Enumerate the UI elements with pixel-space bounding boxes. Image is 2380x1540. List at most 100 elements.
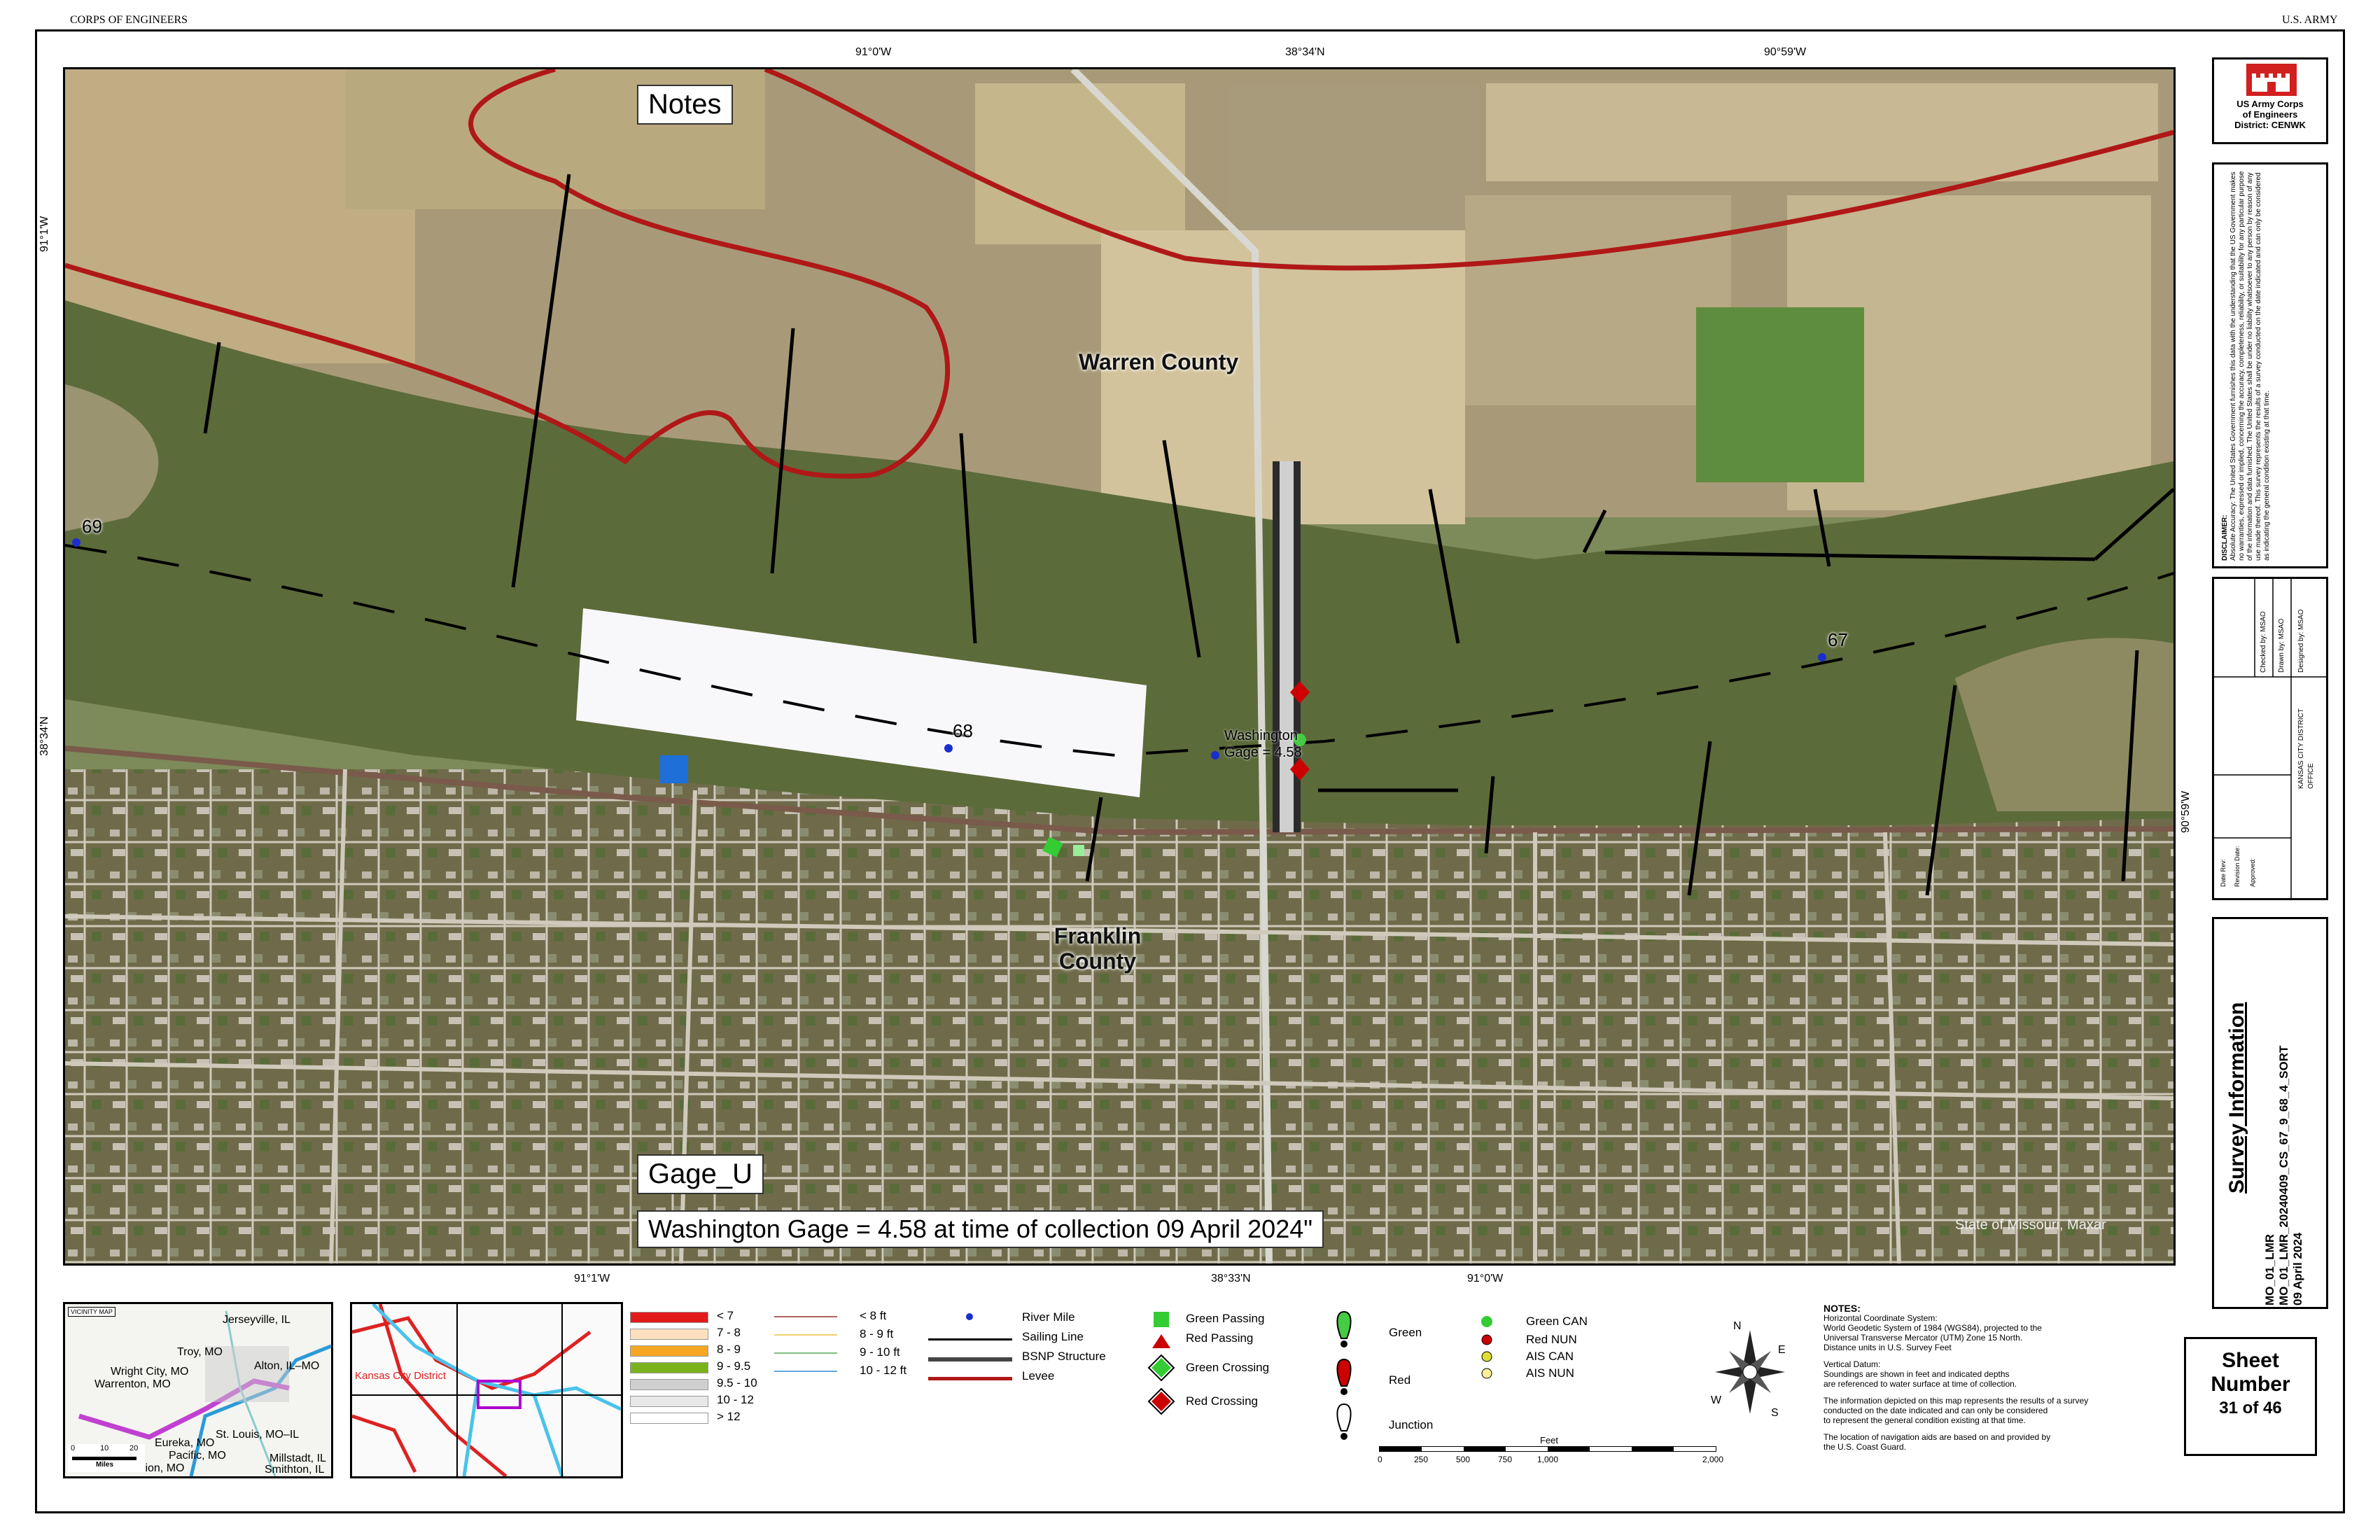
- line-legend-label: Levee: [1022, 1369, 1055, 1382]
- coord-left-2: 38°34'N: [38, 716, 50, 756]
- buoy-green: Green: [1389, 1326, 1422, 1339]
- drawn-label: Drawn by:: [2278, 640, 2286, 673]
- scale-20: 20: [130, 1444, 139, 1452]
- buoy-symbols: [1336, 1310, 1352, 1440]
- vicinity-map: VICINITY MAP Jerseyville, IL Troy, MO Wr…: [63, 1302, 333, 1478]
- survey-id-2: MO_01_LMR_20240409_CS_67_9_68_4_SORT: [2277, 1045, 2290, 1306]
- notes-line: [1823, 1352, 2174, 1359]
- depth-swatch: [630, 1329, 708, 1340]
- compass-s: S: [1771, 1407, 1779, 1419]
- sheet-number-box: Sheet Number 31 of 46: [2184, 1337, 2317, 1456]
- nun-ais: AIS NUN: [1526, 1366, 1574, 1380]
- drawn-value: MSAO: [2278, 618, 2286, 640]
- vicinity-place-3: Wright City, MO: [111, 1366, 189, 1378]
- depth-swatch: [630, 1379, 708, 1390]
- river-mile-67: 67: [1828, 629, 1848, 650]
- map-panel[interactable]: Notes Warren County Franklin County 69 6…: [63, 67, 2176, 1266]
- scale-tick-0: 0: [1378, 1455, 1382, 1464]
- checked-value: MSAO: [2260, 611, 2267, 632]
- legend-depth: < 7 7 - 8 8 - 9 9 - 9.5 9.5 - 10 10 - 12 > 12: [630, 1309, 770, 1435]
- coord-top-3: 90°59'W: [1764, 46, 1807, 58]
- depth-legend-item: 8 - 9: [630, 1343, 770, 1358]
- scale-10: 10: [100, 1444, 109, 1452]
- scale-title: Feet: [1540, 1435, 1559, 1446]
- contour-label: 10 - 12 ft: [860, 1364, 907, 1377]
- town-area: [65, 769, 2174, 1264]
- vicinity-place-6: St. Louis, MO–IL: [216, 1429, 300, 1441]
- date-rev-label: Date Rev:: [2220, 858, 2227, 887]
- contour-swatch: [774, 1352, 837, 1354]
- coord-top-2: 38°34'N: [1285, 46, 1325, 58]
- usace-line2: of Engineers: [2242, 109, 2298, 120]
- vicinity-place-11: Smithton, IL: [265, 1464, 325, 1476]
- scale-unit: Miles: [96, 1461, 114, 1469]
- scale-tick-2000: 2,000: [1702, 1455, 1724, 1464]
- river-mile-68: 68: [953, 720, 973, 741]
- coord-bottom-3: 91°0'W: [1467, 1273, 1504, 1284]
- usace-logo-box: US Army Corps of Engineers District: CEN…: [2212, 57, 2328, 144]
- number-label: Number: [2211, 1373, 2290, 1396]
- county-franklin: Franklin County: [1054, 923, 1142, 974]
- compass-w: W: [1711, 1394, 1722, 1406]
- legend-buoys: Green Red Junction: [1330, 1310, 1484, 1443]
- vicinity-scale: 0 10 20 Miles: [68, 1444, 145, 1472]
- depth-swatch: [630, 1362, 708, 1373]
- can-ais: AIS CAN: [1526, 1350, 1574, 1363]
- nav-red-passing: Red Passing: [1186, 1331, 1254, 1345]
- line-legend-label: River Mile: [1022, 1310, 1075, 1324]
- can-green: Green CAN: [1526, 1315, 1588, 1328]
- sheet-label: Sheet: [2222, 1349, 2279, 1372]
- contour-legend-item: < 8 ft: [770, 1309, 910, 1324]
- notes-lines: Horizontal Coordinate System: World Geode…: [1823, 1313, 2174, 1452]
- legend-lines: River Mile Sailing Line BSNP Structure Leve…: [924, 1310, 1134, 1422]
- map-attribution: State of Missouri, Maxar: [1955, 1217, 2106, 1233]
- contour-legend-item: 8 - 9 ft: [770, 1327, 910, 1343]
- depth-swatch: [630, 1312, 708, 1323]
- notes-line: Horizontal Coordinate System:: [1823, 1313, 1938, 1323]
- line-legend-item: Levee: [924, 1369, 1134, 1386]
- contour-swatch: [774, 1371, 837, 1372]
- can-red: Red NUN: [1526, 1333, 1577, 1346]
- header-left: CORPS OF ENGINEERS: [70, 14, 188, 26]
- vicinity-place-2: Troy, MO: [177, 1346, 223, 1358]
- contour-label: 9 - 10 ft: [860, 1345, 900, 1359]
- ais-nun-icon: [1481, 1368, 1492, 1379]
- junction-buoy-icon: [1336, 1403, 1352, 1432]
- depth-label: 9 - 9.5: [717, 1359, 751, 1373]
- depth-swatch: [630, 1345, 708, 1357]
- notes-block: NOTES: Horizontal Coordinate System: Worl…: [1823, 1303, 2174, 1471]
- contour-label: < 8 ft: [860, 1309, 887, 1322]
- depth-label: < 7: [717, 1309, 734, 1322]
- red-nun-icon: [1481, 1334, 1492, 1345]
- line-legend-label: Sailing Line: [1022, 1330, 1084, 1343]
- green-crossing-icon: [1152, 1358, 1171, 1378]
- disclaimer-text: Absolute Accuracy: The United States Gov…: [2230, 171, 2271, 561]
- notes-line: Distance units in U.S. Survey Feet: [1823, 1343, 1952, 1352]
- coord-bottom-2: 38°33'N: [1211, 1273, 1251, 1284]
- line-legend-icon: [928, 1338, 1012, 1340]
- depth-legend-item: 9.5 - 10: [630, 1376, 770, 1392]
- green-field: [1696, 307, 1864, 482]
- revision-date-label: Revision Date:: [2234, 846, 2241, 887]
- notes-line: Vertical Datum:: [1823, 1359, 1881, 1369]
- depth-legend-item: < 7: [630, 1309, 770, 1324]
- notes-line: World Geodetic System of 1984 (WGS84), p…: [1823, 1323, 2042, 1333]
- notes-line: The information depicted on this map rep…: [1823, 1396, 2089, 1406]
- regional-map: Kansas City District: [350, 1302, 623, 1478]
- nav-green-crossing: Green Crossing: [1186, 1361, 1270, 1374]
- sheet-value: 31 of 46: [2219, 1399, 2282, 1418]
- castle-icon: [2246, 64, 2297, 96]
- survey-info-title: Survey Information: [2225, 1002, 2248, 1194]
- river-mile-69: 69: [82, 516, 102, 537]
- survey-id-1: MO_01_LMR: [2263, 1233, 2276, 1306]
- coord-top-1: 91°0'W: [855, 46, 892, 58]
- contour-swatch: [774, 1316, 837, 1317]
- coord-bottom-1: 91°1'W: [574, 1273, 610, 1284]
- vicinity-place-4: Warrenton, MO: [94, 1378, 171, 1390]
- disclaimer-box: DISCLAIMER: Absolute Accuracy: The Unite…: [2212, 162, 2328, 568]
- notes-line: conducted on the date indicated and can …: [1823, 1406, 2048, 1415]
- scale-tick-500: 500: [1456, 1455, 1471, 1464]
- vicinity-place-8: Pacific, MO: [169, 1450, 226, 1462]
- depth-legend-item: 10 - 12: [630, 1393, 770, 1408]
- county-warren: Warren County: [1079, 349, 1239, 374]
